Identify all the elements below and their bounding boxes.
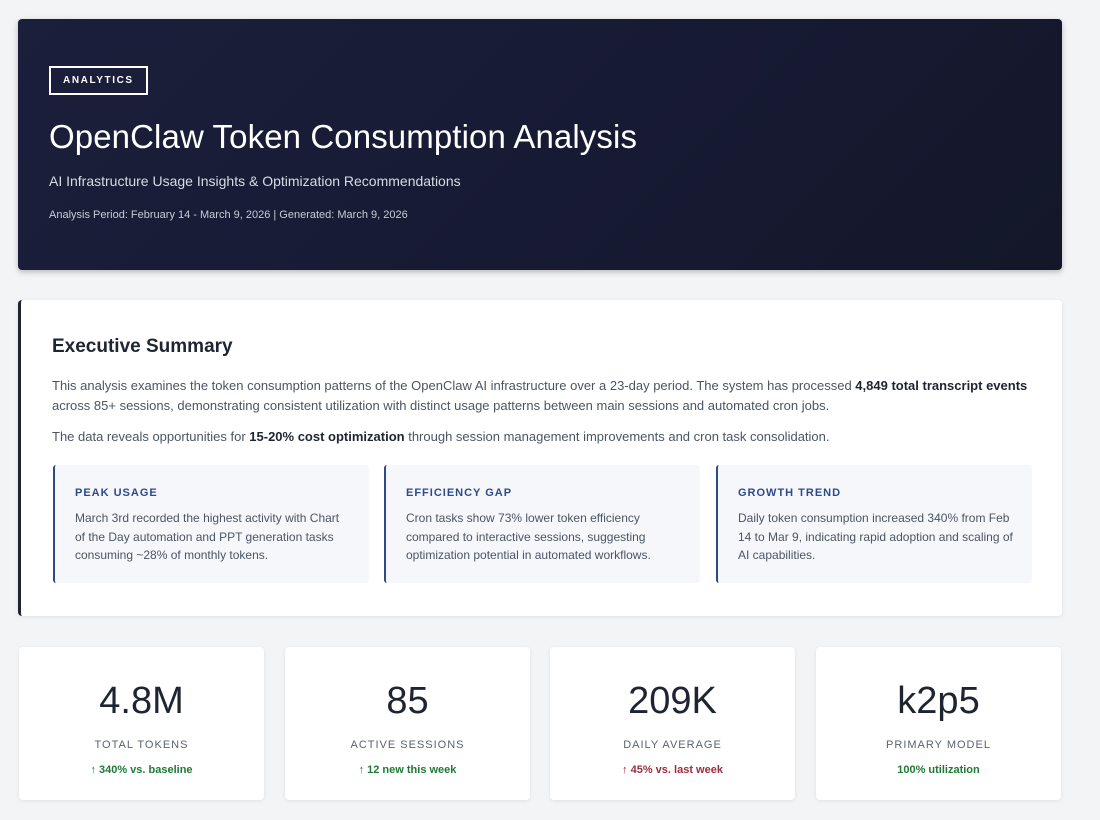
summary-text: across 85+ sessions, demonstrating consi… xyxy=(52,398,830,413)
insight-title: EFFICIENCY GAP xyxy=(406,487,513,499)
stat-value: 85 xyxy=(386,680,429,722)
hero-banner: ANALYTICS OpenClaw Token Consumption Ana… xyxy=(18,19,1062,270)
summary-text: through session management improvements … xyxy=(404,429,830,444)
stat-card-active-sessions: 85 ACTIVE SESSIONS ↑ 12 new this week xyxy=(285,647,530,800)
insight-title: GROWTH TREND xyxy=(738,487,842,499)
summary-heading: Executive Summary xyxy=(52,336,233,357)
stat-value: k2p5 xyxy=(897,680,980,722)
analysis-period: Analysis Period: February 14 - March 9, … xyxy=(49,209,408,221)
insight-text: Cron tasks show 73% lower token efficien… xyxy=(406,511,651,562)
insight-text: Daily token consumption increased 340% f… xyxy=(738,511,1013,562)
stat-label: PRIMARY MODEL xyxy=(886,739,991,751)
stat-value: 209K xyxy=(628,680,717,722)
stat-label: ACTIVE SESSIONS xyxy=(350,739,465,751)
stat-change: ↑ 340% vs. baseline xyxy=(90,764,193,776)
summary-highlight: 4,849 total transcript events xyxy=(855,378,1028,393)
stat-card-primary-model: k2p5 PRIMARY MODEL 100% utilization xyxy=(816,647,1061,800)
stat-change: ↑ 12 new this week xyxy=(358,764,457,776)
insight-card-peak-usage: PEAK USAGE March 3rd recorded the highes… xyxy=(53,465,369,583)
summary-text: This analysis examines the token consump… xyxy=(52,378,856,393)
stat-card-daily-average: 209K DAILY AVERAGE ↑ 45% vs. last week xyxy=(550,647,795,800)
summary-paragraph-2: The data reveals opportunities for 15-20… xyxy=(52,427,1037,447)
stat-change: 100% utilization xyxy=(897,764,980,776)
stat-value: 4.8M xyxy=(99,680,184,722)
summary-highlight: 15-20% cost optimization xyxy=(249,429,405,444)
insight-title: PEAK USAGE xyxy=(75,487,158,499)
summary-text: The data reveals opportunities for xyxy=(52,429,250,444)
stat-card-total-tokens: 4.8M TOTAL TOKENS ↑ 340% vs. baseline xyxy=(19,647,264,800)
summary-paragraph-1: This analysis examines the token consump… xyxy=(52,376,1037,416)
stat-label: TOTAL TOKENS xyxy=(94,739,189,751)
stat-change: ↑ 45% vs. last week xyxy=(622,764,723,776)
page-title: OpenClaw Token Consumption Analysis xyxy=(49,118,638,155)
insight-card-efficiency-gap: EFFICIENCY GAP Cron tasks show 73% lower… xyxy=(384,465,700,583)
executive-summary-card: Executive Summary This analysis examines… xyxy=(18,300,1062,616)
insight-text: March 3rd recorded the highest activity … xyxy=(75,511,340,562)
insight-card-growth-trend: GROWTH TREND Daily token consumption inc… xyxy=(716,465,1032,583)
stat-label: DAILY AVERAGE xyxy=(623,739,722,751)
page-subtitle: AI Infrastructure Usage Insights & Optim… xyxy=(49,173,461,189)
category-tag: ANALYTICS xyxy=(49,66,148,95)
